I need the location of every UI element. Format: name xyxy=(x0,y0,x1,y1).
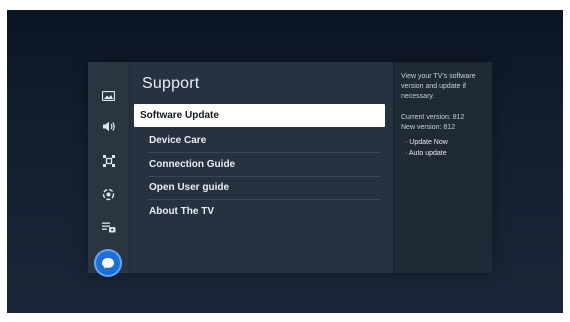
page-title: Support xyxy=(142,75,200,92)
info-panel: View your TV's software version and upda… xyxy=(393,62,492,273)
info-option-auto-update: · Auto update xyxy=(405,150,447,157)
info-new-version: New version: 812 xyxy=(401,124,456,131)
support-icon[interactable] xyxy=(96,251,120,275)
menu-item-about-the-tv[interactable]: About The TV xyxy=(142,200,380,223)
menu-item-connection-guide[interactable]: Connection Guide xyxy=(142,153,380,176)
info-option-update-now: · Update Now xyxy=(405,139,448,146)
sound-icon[interactable] xyxy=(100,118,117,135)
menu-item-software-update[interactable]: Software Update xyxy=(134,104,385,127)
tv-screen: Support Software Update Device Care Conn… xyxy=(7,10,563,313)
info-description: View your TV's software version and upda… xyxy=(401,73,476,100)
side-rail xyxy=(88,62,130,275)
picture-icon[interactable] xyxy=(100,87,117,104)
settings-panel: Support Software Update Device Care Conn… xyxy=(88,62,492,275)
menu-item-device-care[interactable]: Device Care xyxy=(142,129,380,152)
support-menu: Support Software Update Device Care Conn… xyxy=(130,62,392,273)
info-current-version: Current version: 812 xyxy=(401,114,465,121)
connection-icon[interactable] xyxy=(100,152,117,169)
general-icon[interactable] xyxy=(100,186,117,203)
menu-item-open-user-guide[interactable]: Open User guide xyxy=(142,176,380,199)
accessibility-icon[interactable] xyxy=(100,219,117,236)
